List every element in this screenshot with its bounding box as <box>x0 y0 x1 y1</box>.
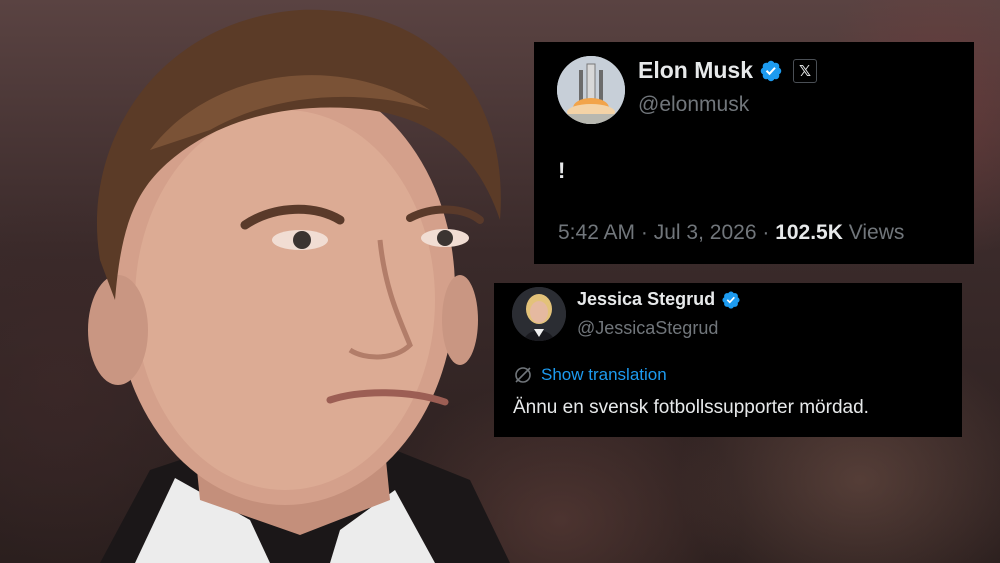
author-row: Jessica Stegrud <box>577 289 741 310</box>
verified-badge-icon <box>759 59 783 83</box>
author-display-name[interactable]: Jessica Stegrud <box>577 289 715 310</box>
avatar[interactable] <box>512 287 566 341</box>
tweet-text: Ännu en svensk fotbollssupporter mördad. <box>513 397 869 418</box>
rocket-launch-avatar-icon <box>557 56 625 124</box>
author-row: Elon Musk 𝕏 <box>638 57 818 84</box>
tweet-date[interactable]: Jul 3, 2026 <box>654 221 757 244</box>
author-handle[interactable]: @JessicaStegrud <box>577 318 718 339</box>
author-display-name[interactable]: Elon Musk <box>638 57 753 84</box>
tweet-meta: 5:42 AM · Jul 3, 2026 · 102.5K Views <box>558 221 904 245</box>
person-avatar-icon <box>512 287 566 341</box>
meta-separator: · <box>762 221 770 244</box>
verified-badge-icon <box>721 290 741 310</box>
show-translation-link[interactable]: Show translation <box>513 365 667 385</box>
views-label: Views <box>848 221 905 244</box>
tweet-text: ! <box>558 158 566 183</box>
meta-separator: · <box>640 221 648 244</box>
x-logo-icon[interactable]: 𝕏 <box>793 58 818 83</box>
tweet-card-main[interactable]: Elon Musk 𝕏 @elonmusk ! 5:42 AM · Jul 3,… <box>534 42 974 264</box>
tweet-card-reply[interactable]: Jessica Stegrud @JessicaStegrud Show tra… <box>494 283 962 437</box>
author-handle[interactable]: @elonmusk <box>638 93 749 117</box>
portrait-image <box>88 9 510 563</box>
translate-icon <box>515 367 531 383</box>
avatar[interactable] <box>557 56 625 124</box>
show-translation-label[interactable]: Show translation <box>541 365 667 385</box>
views-count: 102.5K <box>775 221 843 244</box>
tweet-time[interactable]: 5:42 AM <box>558 221 635 244</box>
